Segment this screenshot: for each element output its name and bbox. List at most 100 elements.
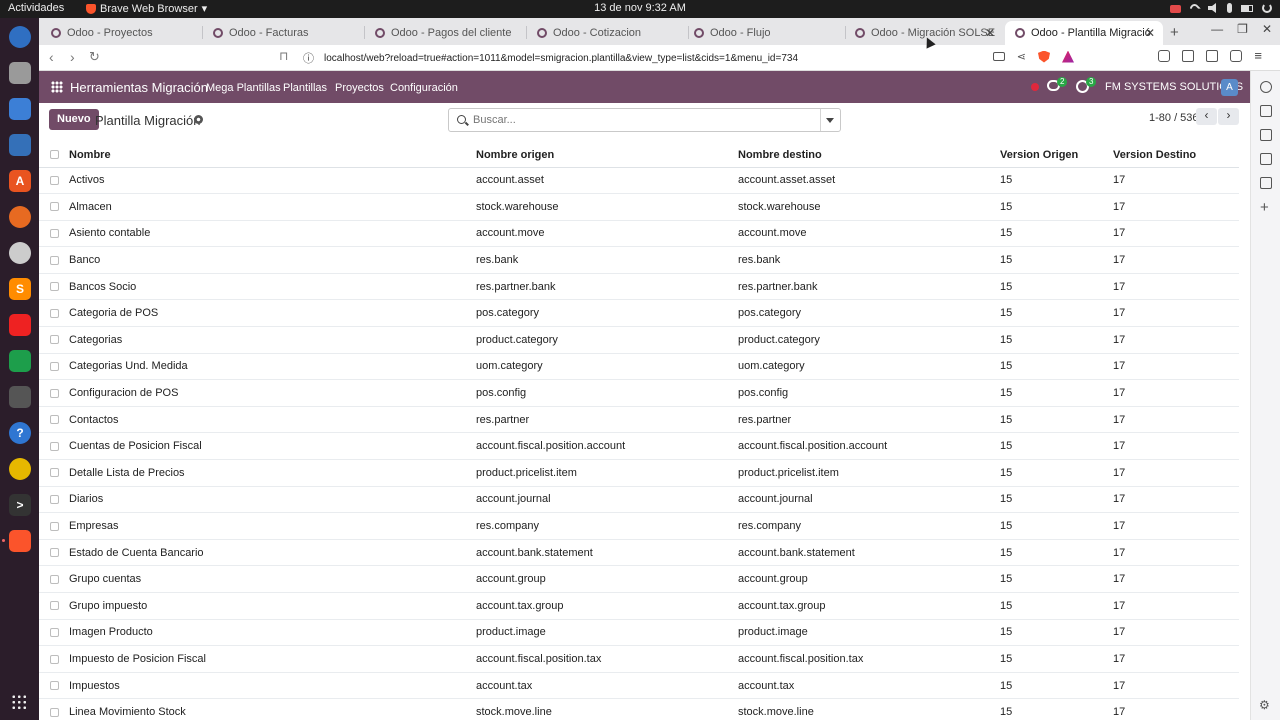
menu-plantillas[interactable]: Plantillas (283, 82, 327, 94)
row-checkbox[interactable] (39, 379, 69, 407)
reload-icon[interactable]: ↻ (89, 49, 100, 65)
table-row[interactable]: Almacen stock.warehouse stock.warehouse 15 1… (39, 193, 1239, 221)
tab-pagos[interactable]: Odoo - Pagos del cliente (365, 21, 523, 45)
close-tab-icon[interactable]: ✕ (1145, 26, 1155, 40)
column-header-nombre[interactable]: Nombre (69, 143, 476, 168)
table-row[interactable]: Contactos res.partner res.partner 15 17 (39, 406, 1239, 434)
sidebar-settings-icon[interactable]: ⚙ (1259, 698, 1271, 712)
gear-icon[interactable] (194, 115, 203, 124)
tab-cotizacion[interactable]: Odoo - Cotizacion (527, 21, 685, 45)
row-checkbox[interactable] (39, 672, 69, 700)
row-checkbox[interactable] (39, 167, 69, 195)
cast-icon[interactable] (992, 52, 1005, 61)
table-row[interactable]: Grupo impuesto account.tax.group account.t… (39, 592, 1239, 620)
settings-icon[interactable] (9, 242, 31, 264)
menu-proyectos[interactable]: Proyectos (335, 82, 384, 94)
thunderbird-icon[interactable] (9, 26, 31, 48)
recording-dot-icon[interactable] (1031, 83, 1039, 91)
anydesk-icon[interactable] (9, 314, 31, 336)
terminal-icon[interactable]: > (9, 494, 31, 516)
select-all-checkbox[interactable] (39, 143, 69, 168)
extensions-icon[interactable] (1158, 50, 1171, 62)
new-button[interactable]: Nuevo (49, 109, 99, 130)
maximize-icon[interactable]: ❐ (1237, 22, 1248, 36)
leo-ai-icon[interactable] (1260, 81, 1272, 93)
brave-dock-icon[interactable] (9, 530, 31, 552)
table-row[interactable]: Imagen Producto product.image product.imag… (39, 619, 1239, 647)
system-tray[interactable] (1170, 1, 1272, 15)
table-row[interactable]: Asiento contable account.move account.move… (39, 220, 1239, 248)
row-checkbox[interactable] (39, 299, 69, 328)
table-row[interactable]: Detalle Lista de Precios product.pricelis… (39, 459, 1239, 487)
wallet-sidebar-icon[interactable] (1260, 129, 1272, 141)
share-icon[interactable]: ⋖ (1017, 50, 1026, 63)
site-info-icon[interactable]: ⓘ (303, 50, 314, 66)
table-row[interactable]: Categoria de POS pos.category pos.category… (39, 299, 1239, 328)
tab-flujo[interactable]: Odoo - Flujo (684, 21, 842, 45)
row-checkbox[interactable] (39, 273, 69, 301)
row-checkbox[interactable] (39, 619, 69, 647)
calc-icon[interactable] (9, 350, 31, 372)
software-store-icon[interactable]: A (9, 170, 31, 192)
column-header-nombre-destino[interactable]: Nombre destino (738, 143, 1000, 168)
row-checkbox[interactable] (39, 539, 69, 567)
search-options-toggle[interactable] (826, 118, 834, 123)
column-header-version-origen[interactable]: Version Origen (1000, 143, 1113, 168)
sidebar-toggle-icon[interactable] (1182, 50, 1195, 62)
tab-plantilla-migracion[interactable]: Odoo - Plantilla Migració ✕ (1005, 21, 1163, 45)
table-row[interactable]: Impuestos account.tax account.tax 15 17 (39, 672, 1239, 700)
table-row[interactable]: Categorias Und. Medida uom.category uom.ca… (39, 353, 1239, 381)
avatar[interactable]: A (1221, 79, 1238, 96)
wallet-icon[interactable] (1206, 50, 1219, 62)
history-sidebar-icon[interactable] (1260, 177, 1272, 189)
table-row[interactable]: Empresas res.company res.company 15 17 (39, 512, 1239, 540)
row-checkbox[interactable] (39, 645, 69, 673)
todo-icon[interactable] (9, 134, 31, 156)
url-field[interactable]: ⓘ localhost/web?reload=true#action=1011&… (299, 47, 1064, 69)
forward-icon[interactable]: › (70, 49, 75, 65)
row-checkbox[interactable] (39, 592, 69, 620)
row-checkbox[interactable] (39, 246, 69, 274)
new-tab-icon[interactable]: + (1170, 24, 1179, 41)
writer-icon[interactable] (9, 98, 31, 120)
app-menu[interactable]: Brave Web Browser ▾ (86, 2, 207, 15)
brave-rewards-icon[interactable] (1062, 50, 1074, 63)
menu-mega-plantillas[interactable]: Mega Plantillas (206, 82, 281, 94)
row-checkbox[interactable] (39, 459, 69, 487)
row-checkbox[interactable] (39, 353, 69, 381)
activities-button[interactable]: Actividades (8, 2, 64, 14)
brave-shields-icon[interactable] (1038, 50, 1050, 63)
table-row[interactable]: Estado de Cuenta Bancario account.bank.st… (39, 539, 1239, 567)
bookmarks-sidebar-icon[interactable] (1260, 153, 1272, 165)
help-icon[interactable]: ? (9, 422, 31, 444)
leo-icon[interactable] (1230, 50, 1243, 62)
sublime-icon[interactable]: S (9, 278, 31, 300)
table-row[interactable]: Categorias product.category product.catego… (39, 326, 1239, 354)
row-checkbox[interactable] (39, 193, 69, 221)
rhythmbox-icon[interactable] (9, 458, 31, 480)
close-window-icon[interactable]: ✕ (1262, 22, 1272, 36)
search-input[interactable] (473, 112, 813, 128)
show-apps-icon[interactable] (11, 694, 27, 710)
apps-menu-icon[interactable] (51, 81, 63, 93)
files-icon[interactable] (9, 62, 31, 84)
close-tab-icon[interactable]: ✕ (985, 26, 995, 40)
row-checkbox[interactable] (39, 220, 69, 248)
pager-previous-button[interactable]: ‹ (1196, 108, 1217, 125)
app-title[interactable]: Herramientas Migración (70, 80, 208, 95)
search-icon[interactable] (9, 386, 31, 408)
reading-list-icon[interactable] (1260, 105, 1272, 117)
row-checkbox[interactable] (39, 565, 69, 593)
row-checkbox[interactable] (39, 512, 69, 540)
table-row[interactable]: Impuesto de Posicion Fiscal account.fisca… (39, 645, 1239, 673)
menu-icon[interactable]: ≡ (1254, 49, 1262, 62)
tab-facturas[interactable]: Odoo - Facturas (203, 21, 361, 45)
table-row[interactable]: Grupo cuentas account.group account.group 1… (39, 565, 1239, 593)
tab-proyectos[interactable]: Odoo - Proyectos (41, 21, 199, 45)
row-checkbox[interactable] (39, 698, 69, 720)
pager-next-button[interactable]: › (1218, 108, 1239, 125)
row-checkbox[interactable] (39, 406, 69, 434)
add-sidebar-item-icon[interactable]: + (1260, 199, 1272, 216)
table-row[interactable]: Linea Movimiento Stock stock.move.line sto… (39, 698, 1239, 720)
pager-value[interactable]: 1-80 / 536 (1149, 112, 1199, 124)
